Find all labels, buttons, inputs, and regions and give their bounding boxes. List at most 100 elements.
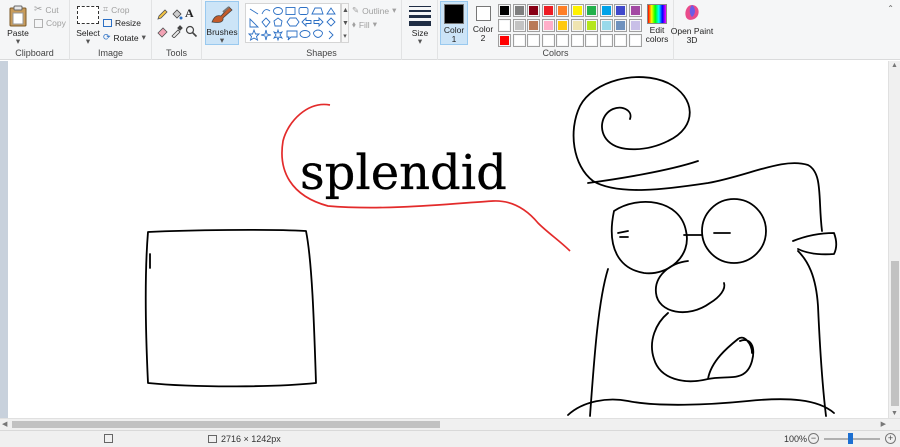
rotate-label: Rotate (113, 32, 139, 43)
character-swirl (572, 76, 823, 232)
fill-icon: ⬧ (352, 19, 356, 29)
palette-swatch-color (543, 21, 553, 30)
shapes-scroll[interactable]: ▲ ▼ ▾ (341, 3, 349, 43)
size-icon (409, 6, 431, 26)
palette-swatch[interactable] (599, 4, 613, 17)
zoom-out-button[interactable]: − (808, 433, 819, 444)
scroll-right-arrow-icon[interactable]: ▶ (881, 420, 886, 428)
palette-swatch[interactable] (527, 19, 540, 32)
pencil-icon (157, 9, 168, 20)
palette-swatch[interactable] (614, 19, 627, 32)
tools-group: A Tools (152, 0, 202, 60)
palette-swatch-color (616, 36, 625, 45)
palette-swatch-color (572, 36, 582, 45)
color2-swatch (476, 6, 491, 21)
scroll-down-arrow-icon[interactable]: ▼ (891, 410, 898, 417)
palette-swatch[interactable] (541, 4, 555, 17)
color1-swatch (444, 4, 464, 24)
rotate-button[interactable]: ⟳ Rotate ▾ (103, 32, 146, 43)
color-picker-button[interactable] (170, 25, 183, 39)
chevron-down-icon: ▾ (372, 19, 377, 29)
palette-swatch[interactable] (556, 34, 569, 47)
palette-swatch[interactable] (570, 19, 584, 32)
palette-swatch[interactable] (614, 34, 627, 47)
ribbon-collapse[interactable]: ⌃ (887, 4, 894, 13)
fill-shape-button[interactable]: ⬧ Fill ▾ (352, 19, 377, 30)
palette-swatch[interactable] (599, 34, 613, 47)
palette-swatch[interactable] (541, 19, 555, 32)
size-button[interactable]: Size ▾ (405, 3, 435, 46)
paste-icon (9, 5, 27, 27)
scroll-left-arrow-icon[interactable]: ◀ (2, 420, 7, 428)
open-paint3d-button[interactable]: Open Paint 3D (671, 2, 713, 46)
copy-label: Copy (46, 18, 66, 28)
image-group-label: Image (97, 48, 123, 58)
magnifier-button[interactable] (185, 25, 198, 38)
color2-button[interactable]: Color 2 (470, 1, 498, 45)
eraser-icon (157, 27, 168, 38)
brushes-button[interactable]: Brushes ▾ (205, 1, 239, 45)
drawing-canvas[interactable]: splendid (8, 61, 888, 418)
palette-swatch[interactable] (512, 19, 526, 32)
status-bar: 2716 × 1242px 100% − + (0, 430, 900, 447)
palette-swatch[interactable] (527, 34, 540, 47)
palette-swatch[interactable] (570, 4, 584, 17)
eraser-button[interactable] (156, 25, 169, 38)
palette-swatch-color (616, 6, 625, 15)
palette-swatch-color (616, 21, 625, 30)
resize-icon (103, 19, 112, 27)
palette-swatch[interactable] (585, 34, 598, 47)
outline-button[interactable]: ✎ Outline ▾ (352, 5, 396, 16)
resize-label: Resize (115, 18, 141, 28)
palette-swatch[interactable] (614, 4, 627, 17)
scroll-up-arrow-icon[interactable]: ▲ (891, 62, 898, 69)
clipboard-group: Paste ▾ ✂ Cut Copy Clipboard (0, 0, 70, 60)
color1-button[interactable]: Color 1 (440, 1, 468, 45)
text-button[interactable]: A (185, 6, 198, 21)
shapes-gallery[interactable] (245, 3, 341, 43)
horizontal-scroll-thumb[interactable] (12, 421, 440, 428)
palette-swatch-color (500, 6, 509, 15)
fill-button[interactable] (170, 8, 183, 21)
select-button[interactable]: Select ▾ (74, 3, 102, 46)
palette-swatch[interactable] (498, 34, 511, 47)
palette-swatch[interactable] (512, 4, 526, 17)
tools-group-label: Tools (165, 48, 187, 58)
clipboard-group-label: Clipboard (15, 48, 54, 58)
paste-button[interactable]: Paste ▾ (4, 3, 32, 46)
palette-swatch[interactable] (556, 4, 569, 17)
palette-swatch[interactable] (498, 19, 511, 32)
pencil-button[interactable] (156, 8, 169, 21)
palette-swatch[interactable] (599, 19, 613, 32)
palette-swatch[interactable] (585, 19, 598, 32)
palette-swatch[interactable] (527, 4, 540, 17)
dimensions-text: 2716 × 1242px (221, 434, 281, 444)
scroll-up-icon: ▲ (342, 7, 349, 14)
outline-label: Outline (362, 5, 390, 16)
palette-swatch[interactable] (628, 4, 642, 17)
edit-colors-button[interactable]: Edit colors (642, 2, 672, 46)
zoom-in-button[interactable]: + (885, 433, 896, 444)
crop-label: Crop (111, 4, 130, 15)
palette-swatch[interactable] (570, 34, 584, 47)
colors-group: Color 1 Color 2 Edit colors Colors (438, 0, 674, 60)
square-shape (144, 229, 317, 388)
vertical-scroll-thumb[interactable] (891, 261, 899, 406)
crop-button[interactable]: ⌗ Crop (103, 4, 130, 15)
zoom-slider[interactable] (824, 433, 880, 444)
palette-swatch[interactable] (498, 4, 511, 17)
palette-swatch-color (587, 6, 596, 15)
resize-button[interactable]: Resize (103, 18, 141, 28)
zoom-slider-thumb[interactable] (848, 433, 853, 444)
horizontal-scrollbar[interactable]: ◀ ▶ (0, 418, 900, 430)
copy-button[interactable]: Copy (34, 18, 66, 28)
palette-swatch[interactable] (512, 34, 526, 47)
zoom-level: 100% (784, 434, 808, 444)
palette-swatch[interactable] (556, 19, 569, 32)
palette-swatch[interactable] (541, 34, 555, 47)
palette-swatch-color (587, 21, 596, 30)
cut-button[interactable]: ✂ Cut (34, 4, 59, 15)
palette-swatch[interactable] (585, 4, 598, 17)
vertical-scrollbar[interactable]: ▲ ▼ (888, 61, 900, 418)
chevron-down-icon: ▾ (417, 36, 423, 46)
